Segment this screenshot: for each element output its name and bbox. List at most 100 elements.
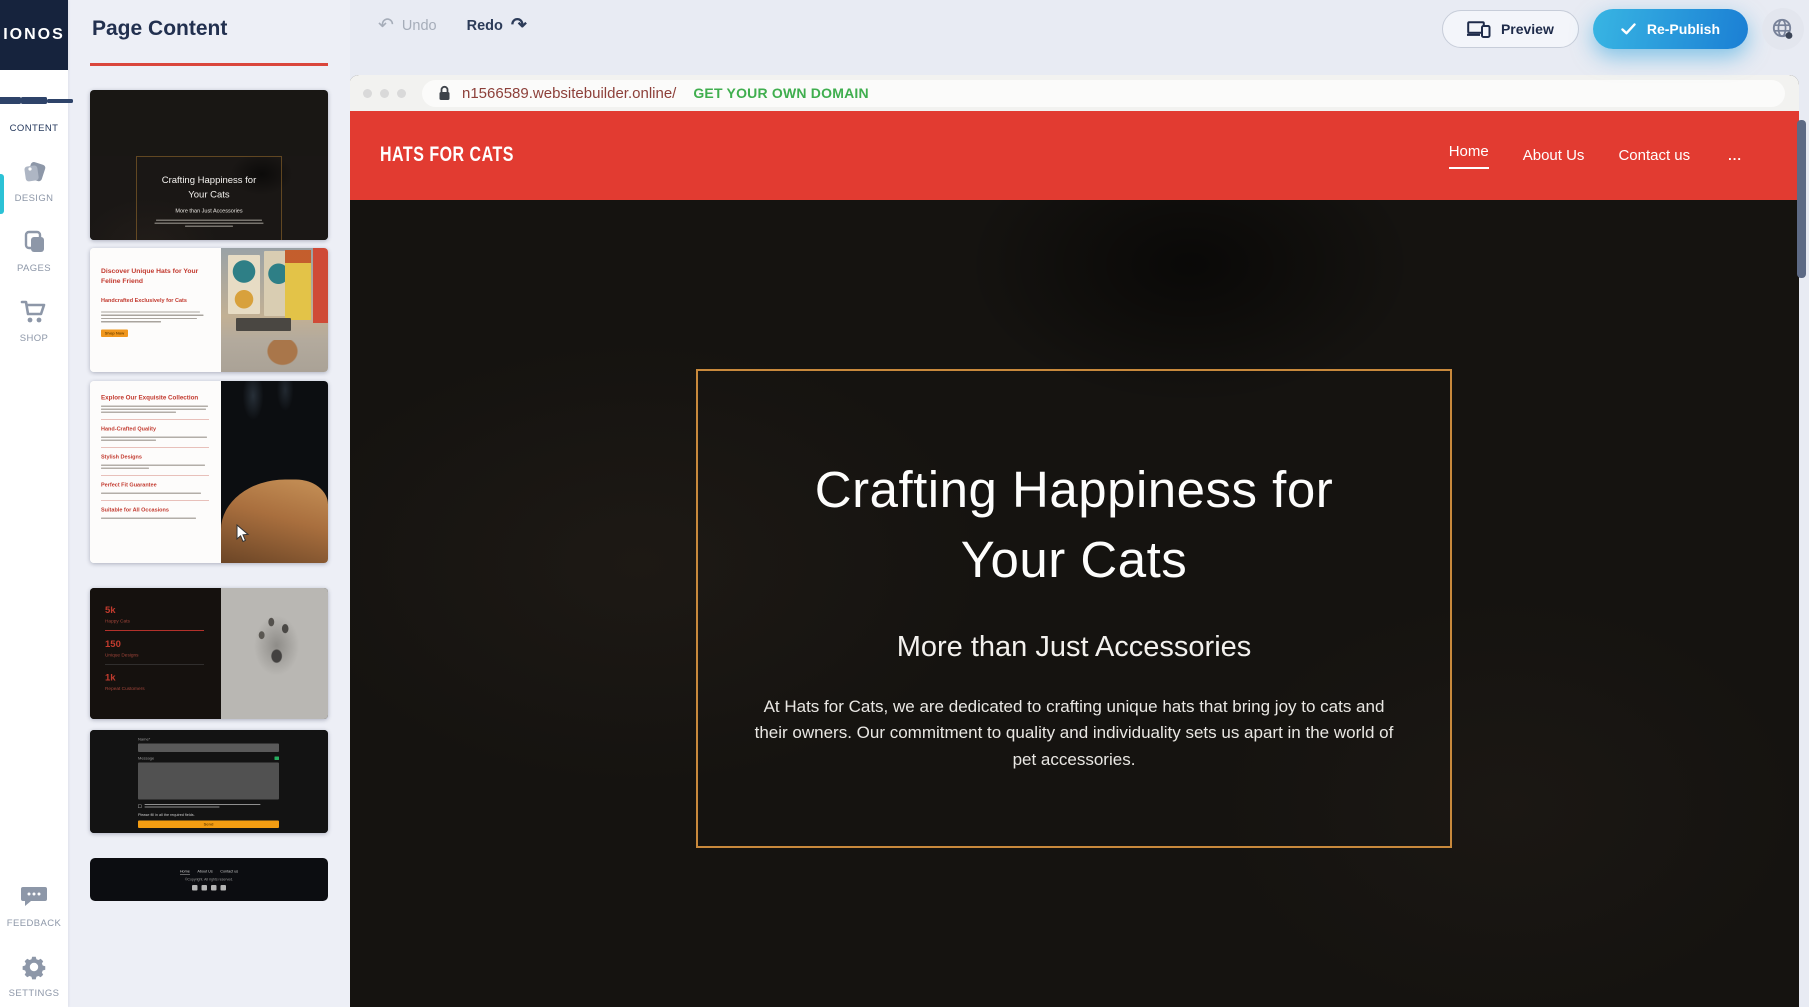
hero-section[interactable]: Crafting Happiness for Your Cats More th… [349,200,1799,1007]
stat-label: Repeat Customers [105,686,221,692]
cart-icon [19,298,49,326]
status-icon [275,757,280,761]
republish-label: Re-Publish [1647,21,1720,37]
thumb-stats-text: 5k Happy Cats 150 Unique Designs 1k Repe… [90,588,221,719]
undo-icon: ↶ [378,16,394,35]
thumb-social-icons [192,885,226,891]
section-thumbnail-contact-form[interactable]: Name* Message Please fill in all the req… [90,730,328,833]
thumb-contact-form: Name* Message Please fill in all the req… [138,737,279,828]
sidebar-item-label: FEEDBACK [7,918,61,929]
undo-button[interactable]: ↶ Undo [378,16,437,35]
nav-more-button[interactable]: ... [1728,148,1742,163]
sidebar-item-shop[interactable]: SHOP [0,298,68,344]
republish-button[interactable]: Re-Publish [1593,9,1748,49]
thumb-hero-subtitle: More than Just Accessories [175,208,242,214]
address-pill[interactable]: n1566589.websitebuilder.online/ GET YOUR… [422,80,1785,107]
preview-button[interactable]: Preview [1442,10,1579,48]
browser-url-bar: n1566589.websitebuilder.online/ GET YOUR… [349,75,1799,111]
ionos-logo: IONOS [0,0,68,70]
pages-icon [20,228,48,256]
section-thumbnail-promo[interactable]: Discover Unique Hats for Your Feline Fri… [90,248,328,372]
thumb-hero-box: Crafting Happiness for Your Cats More th… [137,156,282,240]
text-placeholder-lines [101,437,210,441]
text-placeholder-lines [101,518,210,519]
page-content-panel: Page Content Crafting Happiness for Your… [68,0,350,1007]
section-thumbnail-stats[interactable]: 5k Happy Cats 150 Unique Designs 1k Repe… [90,588,328,719]
thumb-name-label: Name* [138,737,279,742]
hero-subtitle: More than Just Accessories [897,631,1252,664]
text-placeholder-lines [101,493,210,494]
text-placeholder-lines [101,311,211,322]
cat-fur-photo-thumbnail [221,381,328,563]
thumb-message-label: Message [138,756,154,761]
hero-text-box[interactable]: Crafting Happiness for Your Cats More th… [696,369,1452,848]
sidebar-item-pages[interactable]: PAGES [0,228,68,274]
text-placeholder-lines [101,465,210,469]
preview-label: Preview [1501,21,1554,37]
section-thumbnail-hero[interactable]: Crafting Happiness for Your Cats More th… [90,90,328,240]
nav-home[interactable]: Home [1449,143,1489,169]
redo-label: Redo [467,18,503,34]
thumb-features-text: Explore Our Exquisite Collection Hand-Cr… [90,381,221,563]
design-icon [20,158,48,186]
stat-value: 150 [105,639,221,650]
globe-icon [1770,16,1796,42]
thumb-footer-nav: Home About Us Contact us [180,869,238,875]
sidebar-item-label: DESIGN [15,193,54,204]
sidebar-item-content[interactable]: CONTENT [0,88,68,134]
sidebar-item-label: CONTENT [10,123,59,134]
panel-divider [90,63,328,66]
stat-value: 1k [105,673,221,684]
devices-icon [1467,21,1491,38]
thumb-promo-text: Discover Unique Hats for Your Feline Fri… [90,248,221,372]
thumb-features-heading: Explore Our Exquisite Collection [101,394,210,401]
redo-icon: ↷ [511,16,527,35]
nav-contact-us[interactable]: Contact us [1618,147,1690,164]
stat-label: Unique Designs [105,653,221,659]
section-thumbnail-footer[interactable]: Home About Us Contact us ©Copyright. All… [90,858,328,901]
thumb-feature-item: Stylish Designs [101,454,210,460]
app-sidebar: IONOS CONTENT DESIGN PAGES [0,0,68,1007]
thumb-consent-checkbox [138,804,279,809]
canvas-scrollbar-thumb[interactable] [1797,120,1806,278]
website-builder-app: { "colors": { "accent_red": "#E23B31", "… [0,0,1809,1007]
street-cat-photo-thumbnail [221,248,328,372]
site-brand[interactable]: HATS FOR CATS [380,144,514,167]
nav-about-us[interactable]: About Us [1523,147,1585,164]
thumb-send-button: Send [138,821,279,829]
thumb-shop-now-button: Shop Now [101,329,128,337]
text-placeholder-lines [101,406,210,413]
lock-icon [438,85,451,101]
thumb-promo-subheading: Handcrafted Exclusively for Cats [101,297,211,303]
sidebar-item-design[interactable]: DESIGN [0,158,68,204]
site-nav: Home About Us Contact us ... [1449,143,1742,169]
gear-icon [20,953,48,981]
window-dots-icon [363,89,406,98]
get-domain-link[interactable]: GET YOUR OWN DOMAIN [693,85,868,101]
thumb-form-notice: Please fill in all the required fields. [138,813,279,818]
stat-value: 5k [105,605,221,616]
thumb-footer-copyright: ©Copyright. All rights reserved. [185,878,233,882]
content-icon [0,88,73,116]
site-header: HATS FOR CATS Home About Us Contact us .… [349,111,1799,200]
hero-title: Crafting Happiness for Your Cats [815,455,1333,595]
panel-title: Page Content [92,17,227,41]
sidebar-item-label: PAGES [17,263,51,274]
thumb-feature-item: Perfect Fit Guarantee [101,482,210,488]
site-preview-canvas: n1566589.websitebuilder.online/ GET YOUR… [349,75,1799,1007]
feedback-icon [19,883,49,911]
thumb-feature-item: Hand-Crafted Quality [101,426,210,432]
language-globe-button[interactable] [1762,8,1804,50]
thumb-promo-heading: Discover Unique Hats for Your Feline Fri… [101,266,201,286]
site-url: n1566589.websitebuilder.online/ [462,85,676,102]
undo-label: Undo [402,18,437,34]
history-controls: ↶ Undo Redo ↷ [378,16,527,35]
sidebar-item-feedback[interactable]: FEEDBACK [0,883,68,929]
section-thumbnail-features[interactable]: Explore Our Exquisite Collection Hand-Cr… [90,381,328,563]
redo-button[interactable]: Redo ↷ [467,16,527,35]
check-icon [1621,23,1636,35]
thumb-hero-title: Crafting Happiness for Your Cats [162,174,257,203]
publish-controls: Preview Re-Publish [1442,8,1804,50]
sidebar-item-settings[interactable]: SETTINGS [0,953,68,999]
text-placeholder-lines [155,220,264,228]
